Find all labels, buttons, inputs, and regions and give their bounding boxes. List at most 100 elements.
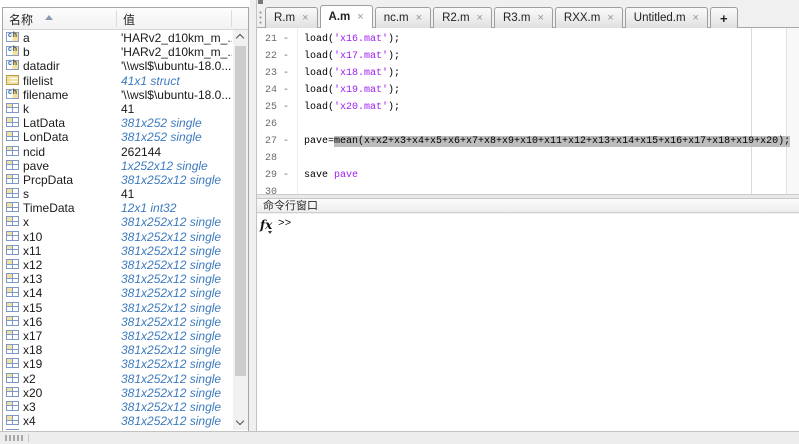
variable-name: ncid bbox=[23, 145, 45, 159]
workspace-row[interactable]: LatData381x252 single bbox=[3, 115, 232, 129]
tab-r3-m[interactable]: R3.m× bbox=[494, 7, 553, 28]
close-icon[interactable]: × bbox=[693, 13, 699, 23]
line-number: 24 bbox=[257, 82, 277, 99]
matrix-icon bbox=[6, 174, 19, 184]
workspace-row[interactable]: x5381x252x12 single bbox=[3, 427, 232, 430]
column-header-name[interactable]: 名称 bbox=[9, 11, 33, 28]
line-number: 23 bbox=[257, 65, 277, 82]
code-line[interactable]: 30 bbox=[257, 184, 799, 194]
workspace-header: 名称 值 bbox=[3, 8, 248, 30]
workspace-row[interactable]: x381x252x12 single bbox=[3, 214, 232, 228]
workspace-row[interactable]: x4381x252x12 single bbox=[3, 413, 232, 427]
toolbar-icon-sliver bbox=[258, 0, 263, 4]
workspace-row[interactable]: x16381x252x12 single bbox=[3, 314, 232, 328]
workspace-row[interactable]: LonData381x252 single bbox=[3, 129, 232, 143]
variable-value: 381x252x12 single bbox=[121, 173, 221, 187]
code-line[interactable]: 21-load('x16.mat'); bbox=[257, 31, 799, 48]
code-line[interactable]: 24-load('x19.mat'); bbox=[257, 82, 799, 99]
close-icon[interactable]: × bbox=[607, 13, 613, 23]
selected-code: mean(x+x2+x3+x4+x5+x6+x7+x8+x9+x10+x11+x… bbox=[334, 136, 790, 147]
workspace-row[interactable]: k41 bbox=[3, 101, 232, 115]
code-line[interactable]: 27-pave=mean(x+x2+x3+x4+x5+x6+x7+x8+x9+x… bbox=[257, 133, 799, 150]
code-editor[interactable]: 21-load('x16.mat');22-load('x17.mat');23… bbox=[257, 28, 799, 194]
variable-value: 41x1 struct bbox=[121, 74, 180, 88]
variable-value: 381x252x12 single bbox=[121, 386, 221, 400]
tab-r2-m[interactable]: R2.m× bbox=[433, 7, 492, 28]
workspace-row[interactable]: s41 bbox=[3, 186, 232, 200]
tab-a-m[interactable]: A.m × bbox=[320, 5, 373, 28]
scroll-up-button[interactable] bbox=[233, 30, 248, 45]
resize-grip-icon[interactable] bbox=[5, 435, 23, 441]
workspace-row[interactable]: x13381x252x12 single bbox=[3, 271, 232, 285]
tab-label: A.m bbox=[329, 11, 351, 23]
matrix-icon bbox=[6, 202, 19, 212]
execution-marker: - bbox=[279, 48, 293, 65]
workspace-row[interactable]: x12381x252x12 single bbox=[3, 257, 232, 271]
workspace-row[interactable]: x11381x252x12 single bbox=[3, 243, 232, 257]
workspace-scrollbar[interactable] bbox=[233, 30, 248, 430]
code-line[interactable]: 29-save pave bbox=[257, 167, 799, 184]
workspace-row[interactable]: filelist41x1 struct bbox=[3, 73, 232, 87]
variable-name: k bbox=[23, 102, 29, 116]
close-icon[interactable]: × bbox=[357, 12, 363, 22]
workspace-row[interactable]: x10381x252x12 single bbox=[3, 229, 232, 243]
drag-grip-icon[interactable] bbox=[259, 10, 262, 26]
code-line[interactable]: 25-load('x20.mat'); bbox=[257, 99, 799, 116]
matrix-icon bbox=[6, 259, 19, 269]
scroll-down-button[interactable] bbox=[233, 415, 248, 430]
execution-marker: - bbox=[279, 133, 293, 150]
code-segment: load( bbox=[304, 102, 334, 113]
new-tab-button[interactable]: + bbox=[710, 7, 738, 28]
workspace-row[interactable]: pave1x252x12 single bbox=[3, 158, 232, 172]
code-line[interactable]: 28 bbox=[257, 150, 799, 167]
tab-untitled-m[interactable]: Untitled.m× bbox=[625, 7, 708, 28]
tab-r-m[interactable]: R.m× bbox=[265, 7, 318, 28]
workspace-row[interactable]: ncid262144 bbox=[3, 144, 232, 158]
variable-value: 381x252x12 single bbox=[121, 400, 221, 414]
workspace-row[interactable]: filename'\\wsl$\ubuntu-18.0... bbox=[3, 87, 232, 101]
column-divider[interactable] bbox=[231, 10, 232, 27]
workspace-row[interactable]: x3381x252x12 single bbox=[3, 399, 232, 413]
matrix-icon bbox=[6, 160, 19, 170]
column-divider[interactable] bbox=[116, 10, 117, 27]
code-text: pave=mean(x+x2+x3+x4+x5+x6+x7+x8+x9+x10+… bbox=[304, 133, 790, 150]
close-icon[interactable]: × bbox=[537, 13, 543, 23]
workspace-row[interactable]: x15381x252x12 single bbox=[3, 300, 232, 314]
close-icon[interactable]: × bbox=[416, 13, 422, 23]
variable-name: x4 bbox=[23, 414, 36, 428]
workspace-row[interactable]: x19381x252x12 single bbox=[3, 356, 232, 370]
line-number: 22 bbox=[257, 48, 277, 65]
matrix-icon bbox=[6, 131, 19, 141]
workspace-row[interactable]: b'HARv2_d10km_m_... bbox=[3, 44, 232, 58]
tab-nc-m[interactable]: nc.m× bbox=[375, 7, 431, 28]
command-prompt: >> bbox=[278, 218, 291, 230]
workspace-row[interactable]: TimeData12x1 int32 bbox=[3, 200, 232, 214]
variable-value: 381x252 single bbox=[121, 116, 202, 130]
code-line[interactable]: 23-load('x18.mat'); bbox=[257, 65, 799, 82]
workspace-row[interactable]: x2381x252x12 single bbox=[3, 371, 232, 385]
command-window[interactable]: fx >> bbox=[257, 214, 799, 431]
workspace-row[interactable]: x18381x252x12 single bbox=[3, 342, 232, 356]
workspace-row[interactable]: x17381x252x12 single bbox=[3, 328, 232, 342]
code-line[interactable]: 26 bbox=[257, 116, 799, 133]
char-icon bbox=[6, 60, 19, 70]
workspace-row[interactable]: a'HARv2_d10km_m_... bbox=[3, 30, 232, 44]
execution-marker: - bbox=[279, 82, 293, 99]
fx-function-hints-button[interactable]: fx bbox=[260, 218, 272, 232]
close-icon[interactable]: × bbox=[302, 13, 308, 23]
workspace-row[interactable]: x20381x252x12 single bbox=[3, 385, 232, 399]
char-icon bbox=[6, 32, 19, 42]
status-bar bbox=[0, 431, 799, 444]
workspace-row[interactable]: datadir'\\wsl$\ubuntu-18.0... bbox=[3, 58, 232, 72]
column-header-value[interactable]: 值 bbox=[123, 11, 135, 28]
scrollbar-thumb[interactable] bbox=[235, 46, 246, 376]
matrix-icon bbox=[6, 358, 19, 368]
workspace-row[interactable]: PrcpData381x252x12 single bbox=[3, 172, 232, 186]
variable-name: x14 bbox=[23, 286, 42, 300]
tab-rxx-m[interactable]: RXX.m× bbox=[555, 7, 623, 28]
matrix-icon bbox=[6, 245, 19, 255]
close-icon[interactable]: × bbox=[477, 13, 483, 23]
workspace-row[interactable]: x14381x252x12 single bbox=[3, 285, 232, 299]
code-line[interactable]: 22-load('x17.mat'); bbox=[257, 48, 799, 65]
command-window-titlebar[interactable]: 命令行窗口 bbox=[257, 199, 799, 213]
